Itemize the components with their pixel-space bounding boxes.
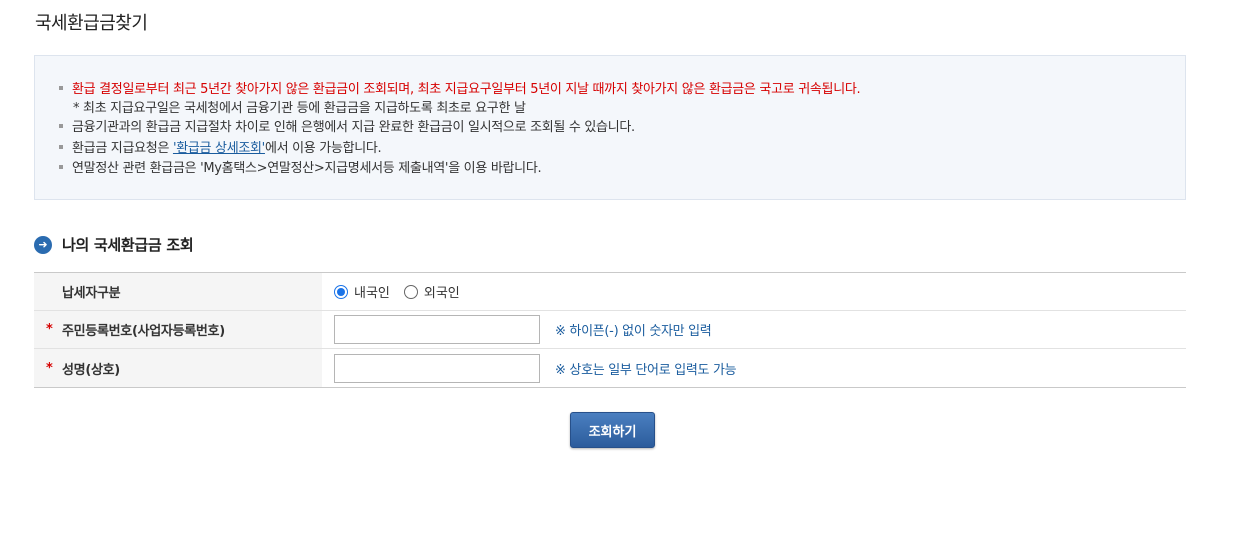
notice-item-bank: 금융기관과의 환급금 지급절차 차이로 인해 은행에서 지급 완료한 환급금이 …: [59, 116, 635, 135]
radio-checked-icon[interactable]: [334, 284, 348, 299]
notice-item-year-end: 연말정산 관련 환급금은 'My홈택스>연말정산>지급명세서등 제출내역'을 이…: [59, 157, 542, 176]
refund-search-form: 납세자구분 내국인 외국인 * 주민등록번호(사업자등록번호) ※ 하이픈(-)…: [34, 272, 1186, 388]
arrow-right-circle-icon: ➜: [34, 235, 52, 254]
radio-unchecked-icon[interactable]: [403, 284, 418, 299]
bullet-icon: [59, 144, 63, 149]
id-number-cell: ※ 하이픈(-) 없이 숫자만 입력: [322, 311, 1186, 348]
taxpayer-type-label-text: 납세자구분: [62, 286, 121, 301]
taxpayer-type-label: 납세자구분: [34, 273, 322, 310]
form-row-id-number: * 주민등록번호(사업자등록번호) ※ 하이픈(-) 없이 숫자만 입력: [34, 311, 1186, 349]
search-button[interactable]: 조회하기: [570, 412, 655, 448]
notice-subnote: * 최초 지급요구일은 국세청에서 금융기관 등에 환급금을 지급하도록 최초로…: [73, 97, 526, 116]
id-number-input[interactable]: [334, 315, 540, 344]
notice-text-suffix: 에서 이용 가능합니다.: [264, 141, 382, 156]
name-cell: ※ 상호는 일부 단어로 입력도 가능: [322, 349, 1186, 387]
id-number-hint: ※ 하이픈(-) 없이 숫자만 입력: [555, 324, 712, 339]
bullet-icon: [59, 123, 63, 128]
notice-text-prefix: 환급금 지급요청은: [72, 141, 173, 156]
name-label-text: 성명(상호): [62, 362, 120, 378]
radio-foreigner[interactable]: 외국인: [403, 282, 460, 301]
required-mark: *: [46, 360, 53, 376]
notice-box: 환급 결정일로부터 최근 5년간 찾아가지 않은 환급금이 조회되며, 최초 지…: [34, 55, 1186, 200]
section-header: ➜ 나의 국세환급금 조회: [34, 234, 194, 255]
refund-detail-link[interactable]: '환급금 상세조회': [173, 141, 265, 156]
bullet-icon: [59, 85, 63, 90]
form-row-name: * 성명(상호) ※ 상호는 일부 단어로 입력도 가능: [34, 349, 1186, 387]
id-number-label: * 주민등록번호(사업자등록번호): [34, 311, 322, 348]
form-row-taxpayer-type: 납세자구분 내국인 외국인: [34, 273, 1186, 311]
name-label: * 성명(상호): [34, 349, 322, 387]
notice-subnote-text: * 최초 지급요구일은 국세청에서 금융기관 등에 환급금을 지급하도록 최초로…: [73, 101, 526, 116]
id-number-label-text: 주민등록번호(사업자등록번호): [62, 324, 225, 339]
page-title: 국세환급금찾기: [35, 13, 148, 34]
notice-text: 연말정산 관련 환급금은 'My홈택스>연말정산>지급명세서등 제출내역'을 이…: [72, 161, 542, 176]
notice-text: 환급 결정일로부터 최근 5년간 찾아가지 않은 환급금이 조회되며, 최초 지…: [72, 82, 861, 97]
notice-item-request: 환급금 지급요청은 '환급금 상세조회'에서 이용 가능합니다.: [59, 137, 382, 156]
notice-item-retention: 환급 결정일로부터 최근 5년간 찾아가지 않은 환급금이 조회되며, 최초 지…: [59, 78, 861, 97]
name-hint: ※ 상호는 일부 단어로 입력도 가능: [555, 362, 737, 378]
required-mark: *: [46, 322, 53, 337]
radio-domestic[interactable]: 내국인: [334, 282, 390, 301]
radio-domestic-label: 내국인: [354, 286, 390, 301]
name-input[interactable]: [334, 353, 540, 383]
radio-foreigner-label: 외국인: [423, 286, 460, 301]
notice-text: 금융기관과의 환급금 지급절차 차이로 인해 은행에서 지급 완료한 환급금이 …: [72, 120, 635, 135]
taxpayer-type-options: 내국인 외국인: [322, 273, 1186, 310]
section-title: 나의 국세환급금 조회: [62, 236, 194, 254]
bullet-icon: [59, 164, 63, 169]
